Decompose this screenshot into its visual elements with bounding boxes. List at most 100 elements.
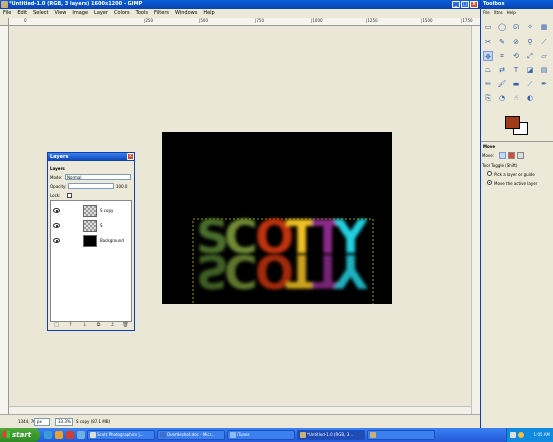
- vertical-scrollbar[interactable]: [471, 26, 480, 414]
- menu-select[interactable]: Select: [30, 9, 51, 18]
- taskbar-item[interactable]: [367, 430, 435, 440]
- new-layer-icon[interactable]: □: [53, 322, 60, 329]
- crop-icon[interactable]: ⌗: [497, 51, 507, 61]
- paintbrush-icon[interactable]: 🖌: [497, 79, 507, 89]
- main-window-titlebar[interactable]: *Untitled-1.0 (RGB, 3 layers) 1600x1200 …: [0, 0, 480, 9]
- measure-icon[interactable]: ⟋: [539, 37, 549, 47]
- toolbox-menu-xtns[interactable]: Xtns: [492, 9, 505, 17]
- convolve-icon[interactable]: ◔: [497, 93, 507, 103]
- layers-close-button[interactable]: x: [127, 153, 134, 160]
- layer-row-s[interactable]: S: [51, 219, 132, 233]
- dodge-burn-icon[interactable]: ◐: [525, 93, 535, 103]
- color-picker-icon[interactable]: ⊘: [511, 37, 521, 47]
- vertical-ruler[interactable]: [0, 26, 9, 414]
- anchor-layer-icon[interactable]: ⚓: [109, 322, 116, 329]
- blend-icon[interactable]: ▤: [539, 65, 549, 75]
- move-selection-mode-icon[interactable]: [508, 152, 515, 159]
- start-button[interactable]: start: [0, 428, 40, 442]
- taskbar-item[interactable]: Scott Photographics |...: [87, 430, 155, 440]
- text-tool-icon[interactable]: T: [511, 65, 521, 75]
- menu-edit[interactable]: Edit: [14, 9, 30, 18]
- smudge-icon[interactable]: ☝: [511, 93, 521, 103]
- color-select-icon[interactable]: ▦: [539, 22, 549, 32]
- perspective-icon[interactable]: ⏢: [483, 65, 493, 75]
- layers-dialog-title[interactable]: Layers: [48, 153, 134, 161]
- opacity-value[interactable]: 100.0: [116, 184, 127, 189]
- move-layer-mode-icon[interactable]: [499, 152, 506, 159]
- zoom-select[interactable]: 33.3%: [55, 418, 73, 426]
- pick-layer-radio[interactable]: [487, 171, 492, 176]
- scale-icon[interactable]: ⤢: [525, 51, 535, 61]
- mode-select[interactable]: Normal: [65, 174, 131, 180]
- move-tool-icon[interactable]: ✥: [483, 51, 493, 61]
- toolbox-menu-file[interactable]: File: [481, 9, 492, 17]
- ellipse-select-icon[interactable]: ◯: [497, 22, 507, 32]
- menu-tools[interactable]: Tools: [133, 9, 151, 18]
- taskbar-item-active[interactable]: *Untitled-1.0 (RGB, 3...: [297, 430, 365, 440]
- airbrush-icon[interactable]: ⟋: [525, 79, 535, 89]
- paths-icon[interactable]: ✎: [497, 37, 507, 47]
- move-active-layer-label[interactable]: Move the active layer: [494, 181, 537, 186]
- ruler-corner[interactable]: [0, 18, 9, 26]
- menu-colors[interactable]: Colors: [111, 9, 133, 18]
- eye-icon[interactable]: [53, 208, 60, 213]
- foreground-color-swatch[interactable]: [505, 116, 520, 129]
- network-icon[interactable]: [510, 432, 516, 438]
- eye-icon[interactable]: [53, 238, 60, 243]
- desktop-quicklaunch-icon[interactable]: [77, 431, 85, 439]
- opacity-slider[interactable]: [68, 183, 114, 189]
- ie-quicklaunch-icon[interactable]: [44, 431, 52, 439]
- taskbar-item[interactable]: iTunes: [227, 430, 295, 440]
- eraser-icon[interactable]: ▬: [511, 79, 521, 89]
- maximize-button[interactable]: □: [461, 1, 469, 8]
- menu-image[interactable]: Image: [69, 9, 91, 18]
- pencil-icon[interactable]: ✏: [483, 79, 493, 89]
- tool-toggle-label: Tool Toggle (Shift): [482, 163, 518, 168]
- menu-view[interactable]: View: [52, 9, 70, 18]
- duplicate-layer-icon[interactable]: ⧉: [95, 322, 102, 329]
- unit-select[interactable]: px: [34, 418, 50, 426]
- scissors-icon[interactable]: ✂: [483, 37, 493, 47]
- horizontal-ruler[interactable]: 0 |250 |500 |750 |1000 |1250 |1500 |1750: [9, 18, 480, 26]
- minimize-button[interactable]: _: [452, 1, 460, 8]
- layer-name: Background: [100, 238, 124, 243]
- menu-windows[interactable]: Windows: [172, 9, 200, 18]
- menu-layer[interactable]: Layer: [91, 9, 111, 18]
- pick-layer-label[interactable]: Pick a layer or guide: [494, 172, 535, 177]
- menu-help[interactable]: Help: [200, 9, 217, 18]
- menu-file[interactable]: File: [0, 9, 14, 18]
- bucket-fill-icon[interactable]: ◪: [525, 65, 535, 75]
- horizontal-scrollbar[interactable]: [9, 406, 471, 414]
- lock-alpha-checkbox[interactable]: [67, 193, 72, 198]
- media-quicklaunch-icon[interactable]: [66, 431, 74, 439]
- image-canvas[interactable]: S C O T T Y S C O T T Y: [162, 132, 392, 304]
- shear-icon[interactable]: ▱: [539, 51, 549, 61]
- layer-row-s-copy[interactable]: S copy: [51, 204, 132, 218]
- taskbar-item[interactable]: Overtleshot.doc - Micr...: [157, 430, 225, 440]
- flip-icon[interactable]: ⇄: [497, 65, 507, 75]
- close-button[interactable]: x: [470, 1, 478, 8]
- ink-icon[interactable]: ✒: [539, 79, 549, 89]
- volume-icon[interactable]: [518, 432, 524, 438]
- layer-row-background[interactable]: Background: [51, 234, 132, 248]
- layers-dialog[interactable]: Layers x Layers Mode: Normal Opacity: 10…: [47, 152, 135, 331]
- eye-icon[interactable]: [53, 223, 60, 228]
- lower-layer-icon[interactable]: ↓: [81, 322, 88, 329]
- move-path-mode-icon[interactable]: [517, 152, 524, 159]
- layer-list[interactable]: S copy S Background: [50, 200, 132, 322]
- delete-layer-icon[interactable]: 🗑: [122, 322, 129, 329]
- menu-filters[interactable]: Filters: [151, 9, 172, 18]
- rect-select-icon[interactable]: ▭: [483, 22, 493, 32]
- raise-layer-icon[interactable]: ↑: [67, 322, 74, 329]
- fuzzy-select-icon[interactable]: ✧: [525, 22, 535, 32]
- zoom-icon[interactable]: ⚲: [525, 37, 535, 47]
- folder-quicklaunch-icon[interactable]: [55, 431, 63, 439]
- move-active-layer-radio[interactable]: [487, 180, 492, 185]
- toolbox-title[interactable]: Toolbox: [481, 0, 553, 9]
- scotty-reflection: S C O T T Y: [196, 244, 368, 298]
- free-select-icon[interactable]: ᘏ: [511, 22, 521, 32]
- toolbox-menu-help[interactable]: Help: [505, 9, 518, 17]
- rotate-icon[interactable]: ⟲: [511, 51, 521, 61]
- layers-tab[interactable]: Layers: [50, 166, 65, 171]
- clone-icon[interactable]: ⎘: [483, 93, 493, 103]
